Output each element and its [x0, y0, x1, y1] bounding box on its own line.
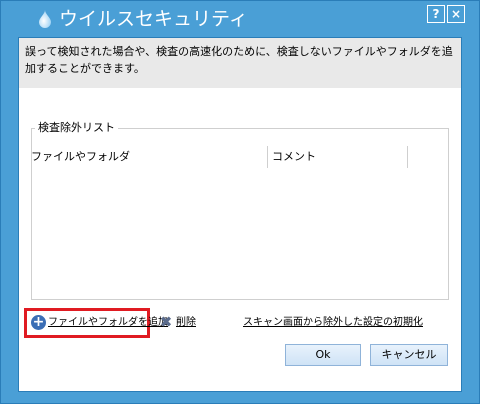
cancel-button[interactable]: キャンセル — [370, 344, 448, 366]
plus-circle-icon[interactable]: + — [31, 315, 46, 330]
delete-link[interactable]: 削除 — [176, 316, 196, 330]
add-file-folder-link[interactable]: ファイルやフォルダを追加 — [48, 316, 168, 330]
description-text: 誤って検知された場合や、検査の高速化のために、検査しないファイルやフォルダを追加… — [19, 38, 461, 88]
window-title: ウイルスセキュリティ — [59, 8, 248, 30]
ok-button[interactable]: Ok — [285, 344, 361, 366]
dialog-window: ウイルスセキュリティ ? × 誤って検知された場合や、検査の高速化のために、検査… — [0, 0, 480, 404]
dialog-content: 誤って検知された場合や、検査の高速化のために、検査しないファイルやフォルダを追加… — [18, 37, 462, 392]
column-divider — [407, 146, 408, 168]
column-header-comment[interactable]: コメント — [267, 146, 407, 168]
close-button[interactable]: × — [447, 5, 465, 23]
column-header-file[interactable]: ファイルやフォルダ — [29, 146, 267, 168]
exclusion-list[interactable]: ファイルやフォルダ コメント — [29, 146, 429, 286]
reset-exclusions-link[interactable]: スキャン画面から除外した設定の初期化 — [243, 316, 423, 330]
action-bar: + ファイルやフォルダを追加 ✖ 削除 スキャン画面から除外した設定の初期化 — [19, 308, 461, 338]
x-mark-icon[interactable]: ✖ — [159, 315, 173, 330]
help-button[interactable]: ? — [427, 5, 445, 23]
title-bar: ウイルスセキュリティ ? × — [1, 1, 479, 37]
water-drop-icon — [39, 10, 51, 28]
exclusion-list-label: 検査除外リスト — [35, 120, 118, 135]
